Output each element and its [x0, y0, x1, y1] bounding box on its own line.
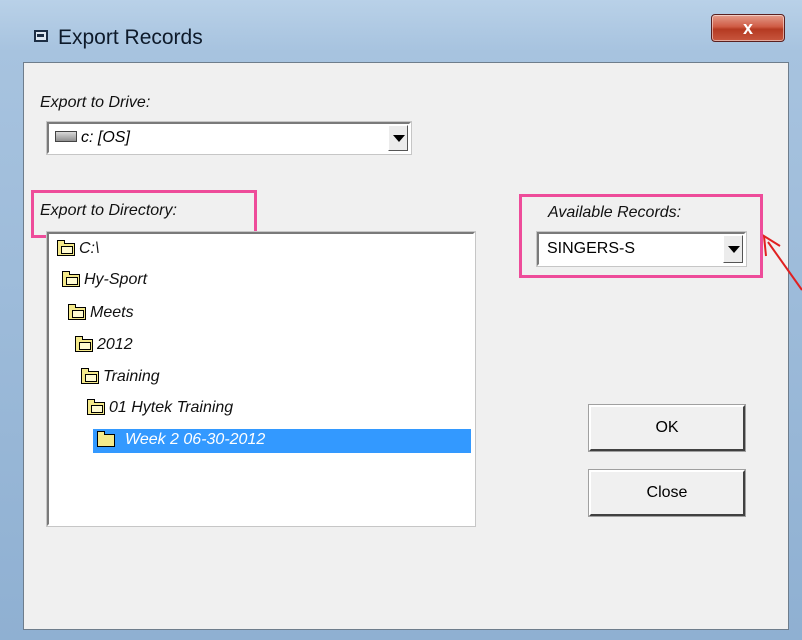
tree-item-label: Meets — [90, 304, 134, 321]
drive-select-value: c: [OS] — [81, 129, 130, 146]
directory-tree[interactable]: C:\ Hy-Sport Meets 2012 Training 01 Hyte… — [47, 232, 475, 526]
close-window-button[interactable]: x — [711, 14, 785, 42]
title-bar[interactable]: Export Records x — [0, 0, 802, 56]
tree-item-label: 2012 — [97, 336, 133, 353]
drive-icon — [55, 131, 77, 142]
tree-item-training[interactable]: Training — [81, 366, 281, 390]
records-select-value: SINGERS-S — [547, 240, 636, 257]
drive-select[interactable]: c: [OS] — [47, 122, 411, 154]
open-folder-icon — [81, 368, 99, 384]
tree-item-meets[interactable]: Meets — [68, 302, 268, 326]
tree-item-2012[interactable]: 2012 — [75, 334, 275, 358]
tree-item-label: Week 2 06-30-2012 — [125, 431, 266, 448]
window-title: Export Records — [58, 26, 203, 49]
export-to-directory-label: Export to Directory: — [40, 202, 177, 219]
available-records-label: Available Records: — [548, 204, 682, 221]
window-icon — [34, 30, 48, 42]
tree-item-week-2[interactable]: Week 2 06-30-2012 — [93, 429, 471, 453]
export-records-window: Export Records x Export to Drive: c: [OS… — [0, 0, 802, 640]
folder-icon — [97, 431, 115, 447]
open-folder-icon — [87, 399, 105, 415]
tree-item-label: Training — [103, 368, 160, 385]
close-icon: x — [742, 18, 753, 38]
records-select[interactable]: SINGERS-S — [537, 232, 746, 266]
tree-item-label: C:\ — [79, 240, 100, 257]
tree-item-label: Hy-Sport — [84, 271, 148, 288]
open-folder-icon — [75, 336, 93, 352]
chevron-down-icon[interactable] — [388, 125, 408, 151]
open-folder-icon — [62, 271, 80, 287]
tree-item-label: 01 Hytek Training — [109, 399, 234, 416]
chevron-down-icon[interactable] — [723, 235, 743, 263]
open-folder-icon — [68, 304, 86, 320]
open-folder-icon — [57, 240, 75, 256]
tree-item-hy-sport[interactable]: Hy-Sport — [62, 269, 262, 293]
export-to-drive-label: Export to Drive: — [40, 94, 151, 111]
tree-item-01-hytek-training[interactable]: 01 Hytek Training — [87, 397, 337, 421]
tree-item-c[interactable]: C:\ — [57, 238, 257, 262]
ok-button[interactable]: OK — [589, 405, 745, 451]
close-button[interactable]: Close — [589, 470, 745, 516]
